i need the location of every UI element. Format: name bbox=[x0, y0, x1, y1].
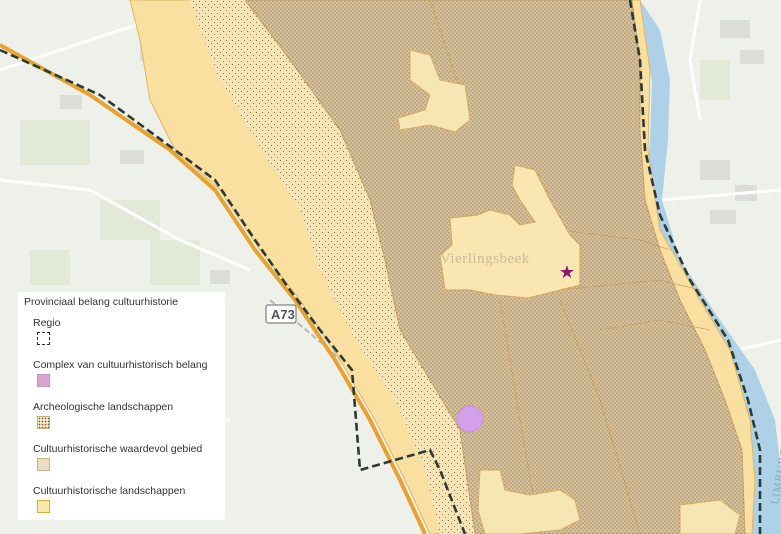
regio-swatch bbox=[37, 332, 50, 345]
legend-label: Complex van cultuurhistorisch belang bbox=[33, 359, 208, 371]
svg-text:A73: A73 bbox=[271, 307, 295, 322]
legend-label: Cultuurhistorische waardevol gebied bbox=[33, 443, 203, 455]
legend-item-regio: Regio bbox=[33, 317, 219, 359]
road-shield-a73: A73 bbox=[265, 304, 297, 324]
map-legend: Provinciaal belang cultuurhistorie Regio… bbox=[18, 292, 225, 520]
complex-swatch bbox=[37, 374, 50, 387]
legend-label: Regio bbox=[33, 317, 61, 329]
place-label-vierlingsbeek: Vierlingsbeek bbox=[440, 251, 530, 267]
waardevol-swatch bbox=[37, 458, 50, 471]
star-icon[interactable]: ★ bbox=[559, 262, 575, 283]
legend-label: Cultuurhistorische landschappen bbox=[33, 485, 186, 497]
legend-item-complex: Complex van cultuurhistorisch belang bbox=[33, 359, 219, 401]
legend-label: Archeologische landschappen bbox=[33, 401, 174, 413]
complex-cultuurhistorisch-marker[interactable] bbox=[456, 405, 484, 433]
legend-item-archeologische: Archeologische landschappen bbox=[33, 401, 219, 443]
legend-item-waardevol: Cultuurhistorische waardevol gebied bbox=[33, 443, 219, 485]
archeologische-swatch bbox=[37, 416, 50, 429]
legend-title: Provinciaal belang cultuurhistorie bbox=[24, 296, 179, 308]
landschappen-swatch bbox=[37, 500, 50, 513]
legend-item-landschappen: Cultuurhistorische landschappen bbox=[33, 485, 219, 527]
